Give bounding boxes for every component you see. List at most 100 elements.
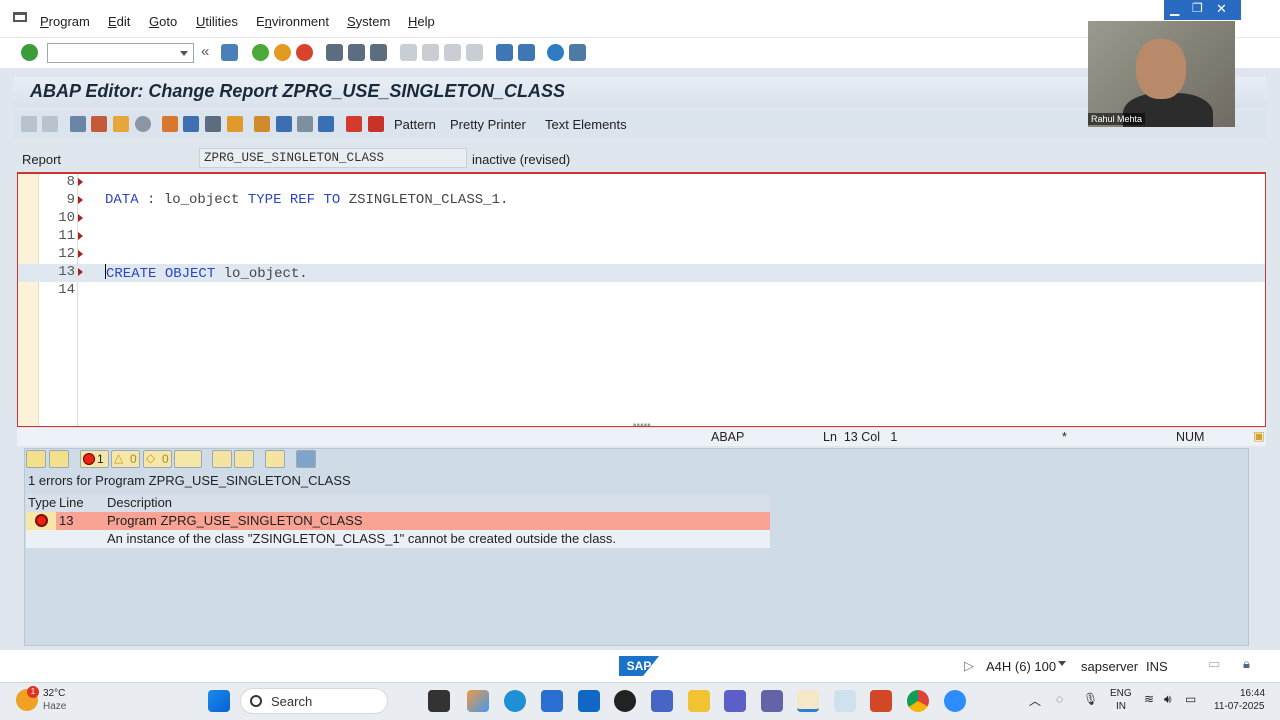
text-elements-button[interactable]: Text Elements <box>545 117 627 132</box>
show-source-icon[interactable] <box>26 450 46 468</box>
menu-environment[interactable]: Environment <box>256 14 329 29</box>
back-arrow-icon[interactable] <box>21 116 37 132</box>
dell-icon[interactable] <box>614 690 636 712</box>
battery-icon[interactable]: ▭ <box>1185 692 1196 706</box>
insert-mode[interactable]: INS <box>1146 659 1168 674</box>
network-icon[interactable]: ◌ <box>1056 692 1063 706</box>
info-icon[interactable] <box>318 116 334 132</box>
enhance-icon[interactable] <box>276 116 292 132</box>
clock-time[interactable]: 16:44 <box>1240 688 1265 699</box>
maximize-icon[interactable]: ❐ <box>1192 1 1203 15</box>
cancel-icon[interactable] <box>296 44 313 61</box>
menu-utilities[interactable]: Utilities <box>196 14 238 29</box>
code-line[interactable]: 8 <box>18 174 1265 192</box>
sap-gui-icon[interactable] <box>797 690 819 712</box>
fold-marker-icon[interactable] <box>78 196 83 204</box>
input-language[interactable]: ENG <box>1110 688 1132 699</box>
command-field[interactable] <box>47 43 194 63</box>
display-change-icon[interactable] <box>70 116 86 132</box>
edge-icon[interactable] <box>504 690 526 712</box>
powerpoint-icon[interactable] <box>870 690 892 712</box>
filter-icon[interactable] <box>174 450 202 468</box>
navigation-window-icon[interactable] <box>254 116 270 132</box>
save-icon[interactable] <box>221 44 238 61</box>
fold-marker-icon[interactable] <box>78 214 83 222</box>
split-screen-icon[interactable] <box>297 116 313 132</box>
settings-icon[interactable]: ▣ <box>1253 428 1265 443</box>
code-line[interactable]: 11 <box>18 228 1265 246</box>
previous-page-icon[interactable] <box>422 44 439 61</box>
error-detail-row[interactable]: An instance of the class "ZSINGLETON_CLA… <box>26 530 770 548</box>
exit-icon[interactable] <box>274 44 291 61</box>
check-icon[interactable] <box>135 116 151 132</box>
new-session-icon[interactable] <box>496 44 513 61</box>
shortcut-icon[interactable] <box>518 44 535 61</box>
object-list-icon[interactable] <box>227 116 243 132</box>
fold-marker-icon[interactable] <box>78 268 83 276</box>
filter-warnings-button[interactable]: △ 0 <box>111 450 140 468</box>
where-used-icon[interactable] <box>205 116 221 132</box>
microphone-icon[interactable]: 🎙︎ <box>1083 692 1098 706</box>
customize-layout-icon[interactable] <box>569 44 586 61</box>
menu-goto[interactable]: Goto <box>149 14 177 29</box>
fold-marker-icon[interactable] <box>78 250 83 258</box>
sap-editor-icon[interactable] <box>834 690 856 712</box>
error-row[interactable]: 13 Program ZPRG_USE_SINGLETON_CLASS <box>26 512 770 530</box>
last-page-icon[interactable] <box>466 44 483 61</box>
code-line[interactable]: 12 <box>18 246 1265 264</box>
enter-check-icon[interactable] <box>21 44 38 61</box>
sort-ascending-icon[interactable] <box>234 450 254 468</box>
find-icon[interactable] <box>348 44 365 61</box>
other-object-icon[interactable] <box>113 116 129 132</box>
outlook-icon[interactable] <box>578 690 600 712</box>
external-breakpoint-icon[interactable] <box>368 116 384 132</box>
pin-icon[interactable] <box>265 450 285 468</box>
close-icon[interactable]: ✕ <box>1216 1 1227 17</box>
code-line-current[interactable]: 13 CREATE OBJECT lo_object. <box>18 264 1265 282</box>
chevron-up-icon[interactable]: ︿ <box>1029 692 1041 709</box>
menu-program[interactable]: Program <box>40 14 90 29</box>
forward-arrow-icon[interactable] <box>42 116 58 132</box>
zoom-icon[interactable] <box>944 690 966 712</box>
windows-start-icon[interactable] <box>208 690 230 712</box>
minimize-icon[interactable]: ▁ <box>1170 2 1179 16</box>
menu-help[interactable]: Help <box>408 14 435 29</box>
back-icon[interactable] <box>252 44 269 61</box>
teams-classic-icon[interactable] <box>761 690 783 712</box>
test-icon[interactable] <box>183 116 199 132</box>
store-icon[interactable] <box>541 690 563 712</box>
edit-icon[interactable] <box>49 450 69 468</box>
sap-logon-icon[interactable] <box>651 690 673 712</box>
help-icon[interactable] <box>547 44 564 61</box>
chevron-down-icon[interactable] <box>180 51 188 56</box>
code-editor[interactable]: 8 9 DATA : lo_object TYPE REF TO ZSINGLE… <box>17 172 1266 427</box>
code-line[interactable]: 10 <box>18 210 1265 228</box>
menu-system[interactable]: System <box>347 14 390 29</box>
pretty-printer-button[interactable]: Pretty Printer <box>450 117 526 132</box>
fold-marker-icon[interactable] <box>78 178 83 186</box>
sort-descending-icon[interactable] <box>212 450 232 468</box>
active-inactive-icon[interactable] <box>91 116 107 132</box>
weather-temp[interactable]: 32°C <box>43 688 65 699</box>
expand-status-icon[interactable]: ▷ <box>964 658 974 674</box>
wifi-icon[interactable]: ≋ <box>1144 692 1154 706</box>
print-icon[interactable] <box>326 44 343 61</box>
code-line[interactable]: 9 DATA : lo_object TYPE REF TO ZSINGLETO… <box>18 192 1265 210</box>
lock-icon[interactable]: 🔒︎ <box>1243 656 1250 672</box>
fold-marker-icon[interactable] <box>78 232 83 240</box>
teams-icon[interactable] <box>724 690 746 712</box>
copilot-icon[interactable] <box>467 690 489 712</box>
chevron-down-icon[interactable] <box>1058 661 1066 666</box>
close-panel-icon[interactable] <box>296 450 316 468</box>
breakpoint-icon[interactable] <box>346 116 362 132</box>
filter-errors-button[interactable]: 1 <box>80 450 109 468</box>
report-name-field[interactable]: ZPRG_USE_SINGLETON_CLASS <box>199 148 467 168</box>
task-view-icon[interactable] <box>428 690 450 712</box>
first-page-icon[interactable] <box>400 44 417 61</box>
sap-menu-icon[interactable] <box>13 12 27 22</box>
menu-edit[interactable]: Edit <box>108 14 130 29</box>
layout-icon[interactable]: ▭ <box>1208 656 1220 672</box>
find-next-icon[interactable] <box>370 44 387 61</box>
splitter-handle-icon[interactable]: ▪▪▪▪▪ <box>633 420 651 431</box>
pattern-button[interactable]: Pattern <box>394 117 436 132</box>
